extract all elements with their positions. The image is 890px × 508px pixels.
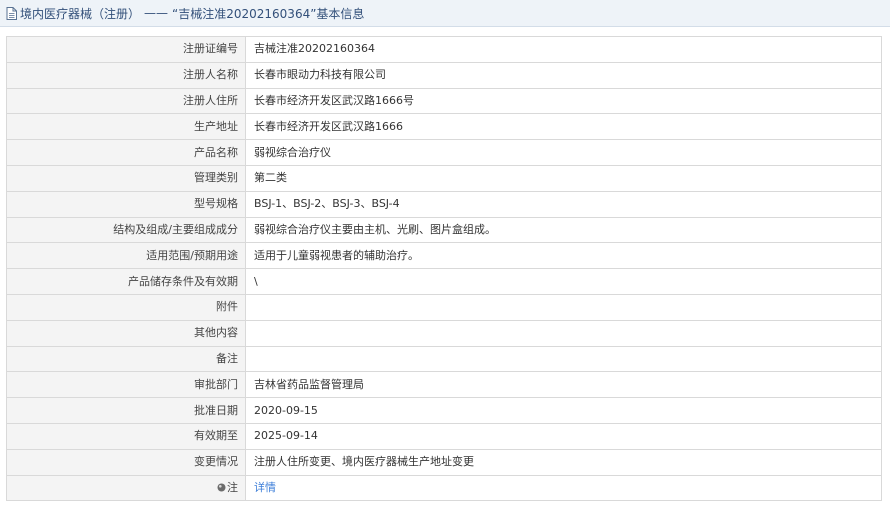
table-row: 产品储存条件及有效期 \ <box>6 268 882 295</box>
table-row: 批准日期 2020-09-15 <box>6 397 882 424</box>
row-value: 第二类 <box>245 164 882 192</box>
row-label: 产品储存条件及有效期 <box>6 268 246 295</box>
document-icon <box>6 6 17 20</box>
row-value: 适用于儿童弱视患者的辅助治疗。 <box>245 242 882 270</box>
row-label: 生产地址 <box>6 113 246 141</box>
table-row: 管理类别 第二类 <box>6 164 882 192</box>
info-table-body: 注册证编号 吉械注准20202160364 注册人名称 长春市眼动力科技有限公司 注册人… <box>6 36 882 502</box>
row-value: \ <box>245 268 882 295</box>
table-row: 适用范围/预期用途 适用于儿童弱视患者的辅助治疗。 <box>6 242 882 270</box>
table-row: 注册人名称 长春市眼动力科技有限公司 <box>6 61 882 89</box>
row-value: 弱视综合治疗仪主要由主机、光刷、图片盒组成。 <box>245 216 882 244</box>
row-value <box>245 293 882 321</box>
table-row: 备注 <box>6 345 882 373</box>
table-row: 生产地址 长春市经济开发区武汉路1666 <box>6 113 882 141</box>
row-value <box>245 319 882 347</box>
row-label: 注册人名称 <box>6 61 246 89</box>
row-label: 其他内容 <box>6 319 246 347</box>
table-row: 结构及组成/主要组成成分 弱视综合治疗仪主要由主机、光刷、图片盒组成。 <box>6 216 882 244</box>
row-value: 长春市经济开发区武汉路1666 <box>245 113 882 141</box>
table-row: 产品名称 弱视综合治疗仪 <box>6 139 882 166</box>
row-value: 吉械注准20202160364 <box>245 36 882 63</box>
note-row: 注 详情 <box>6 474 882 502</box>
page-title: “吉械注准20202160364”基本信息 <box>172 6 365 21</box>
row-label: 审批部门 <box>6 371 246 399</box>
row-label: 型号规格 <box>6 190 246 218</box>
row-value: 长春市眼动力科技有限公司 <box>245 61 882 89</box>
row-label: 产品名称 <box>6 139 246 166</box>
row-label: 适用范围/预期用途 <box>6 242 246 270</box>
title-separator: —— <box>144 6 169 20</box>
row-label: 批准日期 <box>6 397 246 424</box>
table-row: 附件 <box>6 293 882 321</box>
row-label: 有效期至 <box>6 422 246 450</box>
table-row: 变更情况 注册人住所变更、境内医疗器械生产地址变更 <box>6 448 882 476</box>
table-row: 型号规格 BSJ-1、BSJ-2、BSJ-3、BSJ-4 <box>6 190 882 218</box>
detail-link[interactable]: 详情 <box>254 481 276 494</box>
page-title-bar: 境内医疗器械（注册） —— “吉械注准20202160364”基本信息 <box>0 0 890 27</box>
table-row: 有效期至 2025-09-14 <box>6 422 882 450</box>
note-value-cell: 详情 <box>245 474 882 502</box>
row-value: 2025-09-14 <box>245 422 882 450</box>
row-value: 注册人住所变更、境内医疗器械生产地址变更 <box>245 448 882 476</box>
note-label-cell: 注 <box>6 474 246 502</box>
row-value: BSJ-1、BSJ-2、BSJ-3、BSJ-4 <box>245 190 882 218</box>
row-value: 2020-09-15 <box>245 397 882 424</box>
row-label: 管理类别 <box>6 164 246 192</box>
note-label: 注 <box>227 480 238 494</box>
row-label: 备注 <box>6 345 246 373</box>
row-label: 结构及组成/主要组成成分 <box>6 216 246 244</box>
breadcrumb: 境内医疗器械（注册） <box>20 6 141 21</box>
row-label: 注册证编号 <box>6 36 246 63</box>
row-label: 变更情况 <box>6 448 246 476</box>
table-row: 审批部门 吉林省药品监督管理局 <box>6 371 882 399</box>
row-value: 长春市经济开发区武汉路1666号 <box>245 87 882 115</box>
table-row: 注册证编号 吉械注准20202160364 <box>6 36 882 63</box>
row-value: 弱视综合治疗仪 <box>245 139 882 166</box>
row-label: 附件 <box>6 293 246 321</box>
row-value: 吉林省药品监督管理局 <box>245 371 882 399</box>
info-table: 注册证编号 吉械注准20202160364 注册人名称 长春市眼动力科技有限公司 注册人… <box>6 36 882 502</box>
pin-icon <box>217 483 226 492</box>
row-label: 注册人住所 <box>6 87 246 115</box>
table-row: 注册人住所 长春市经济开发区武汉路1666号 <box>6 87 882 115</box>
table-row: 其他内容 <box>6 319 882 347</box>
row-value <box>245 345 882 373</box>
